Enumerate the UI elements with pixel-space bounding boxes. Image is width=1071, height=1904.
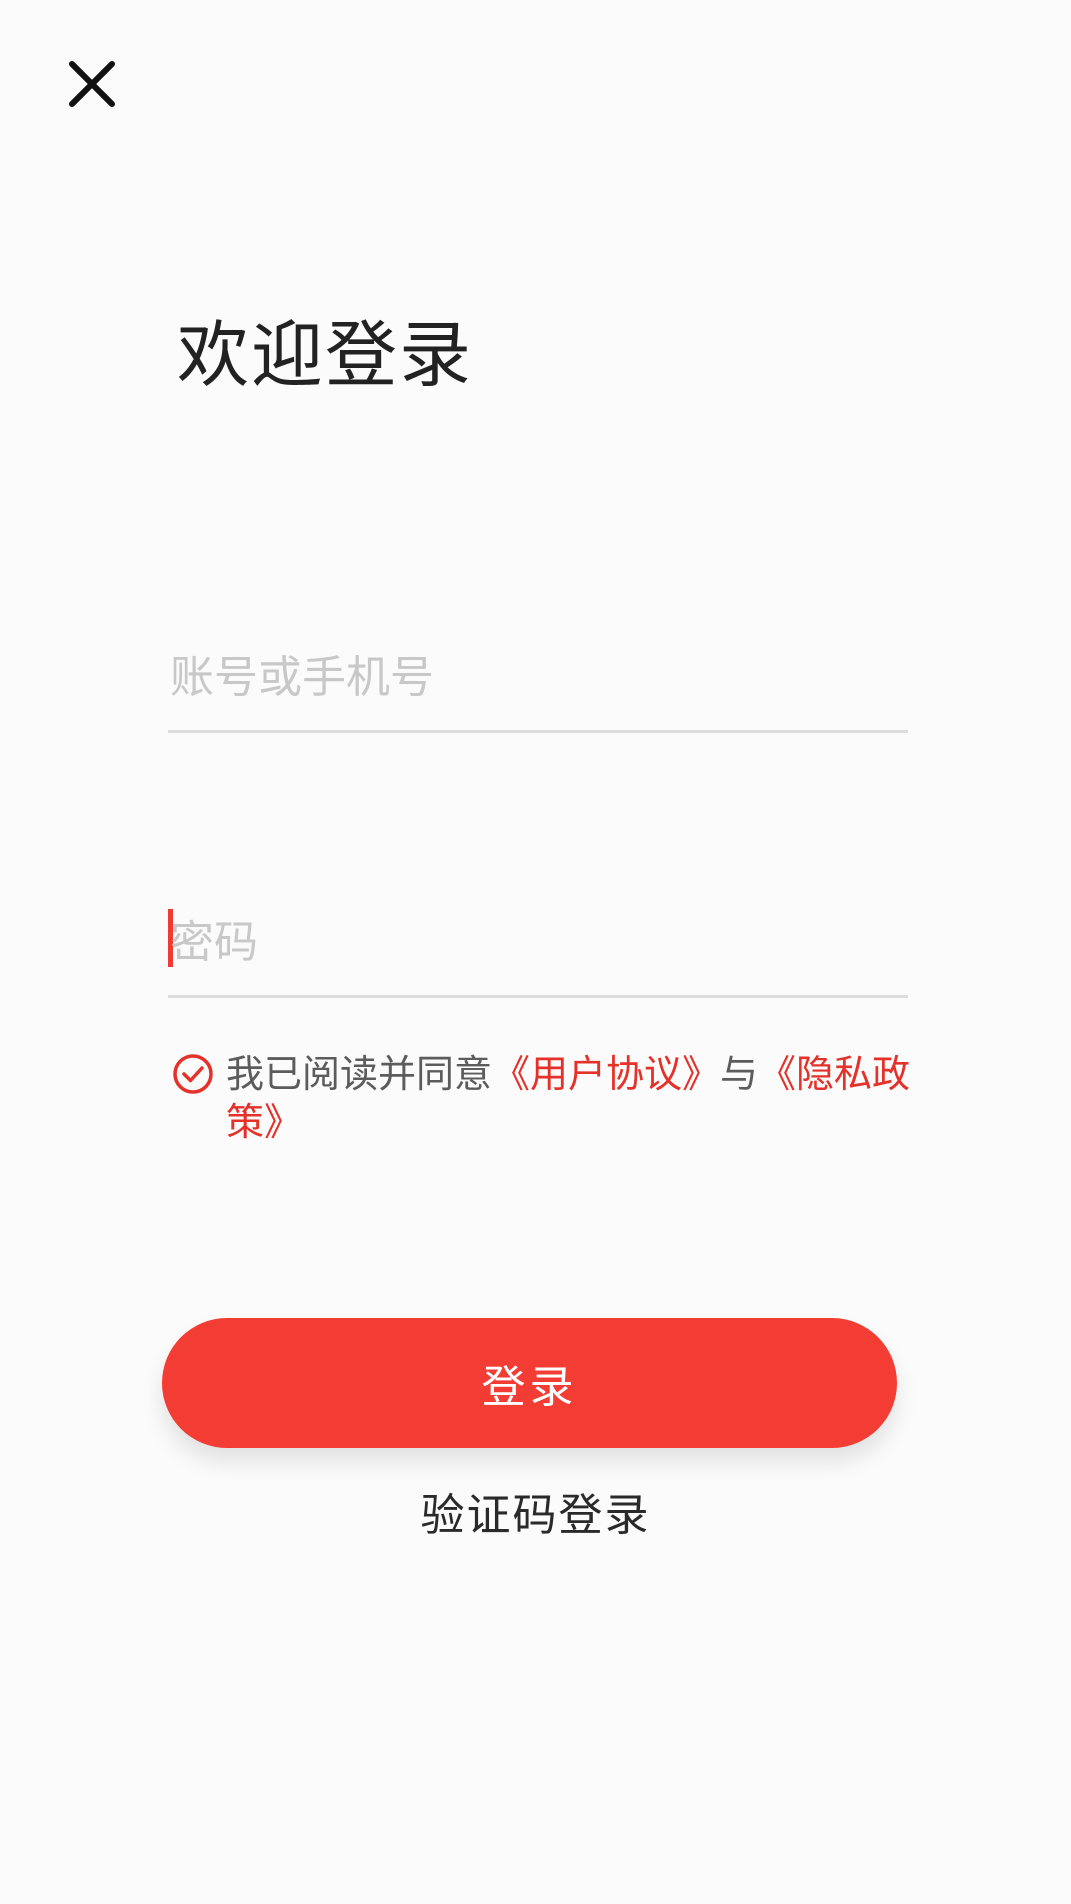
password-input[interactable] [170,907,890,977]
account-field [168,610,908,733]
user-agreement-link[interactable]: 《用户协议》 [492,1052,720,1096]
agreement-connector: 与 [720,1052,759,1096]
check-circle-icon [173,1054,213,1094]
page-title: 欢迎登录 [177,313,474,397]
agreement-prefix: 我已阅读并同意 [226,1052,493,1096]
close-button[interactable] [64,56,120,112]
login-page: 欢迎登录 我已阅读并同意《用户协议》与《隐私政策》 登录 验证码登录 [0,0,1071,1904]
login-button[interactable]: 登录 [162,1318,897,1448]
close-icon [69,61,115,107]
agreement-checkbox[interactable] [172,1053,214,1095]
password-field [168,875,908,998]
agreement-text: 我已阅读并同意《用户协议》与《隐私政策》 [226,1050,926,1146]
code-login-link[interactable]: 验证码登录 [0,1488,1071,1544]
account-input[interactable] [170,642,890,712]
